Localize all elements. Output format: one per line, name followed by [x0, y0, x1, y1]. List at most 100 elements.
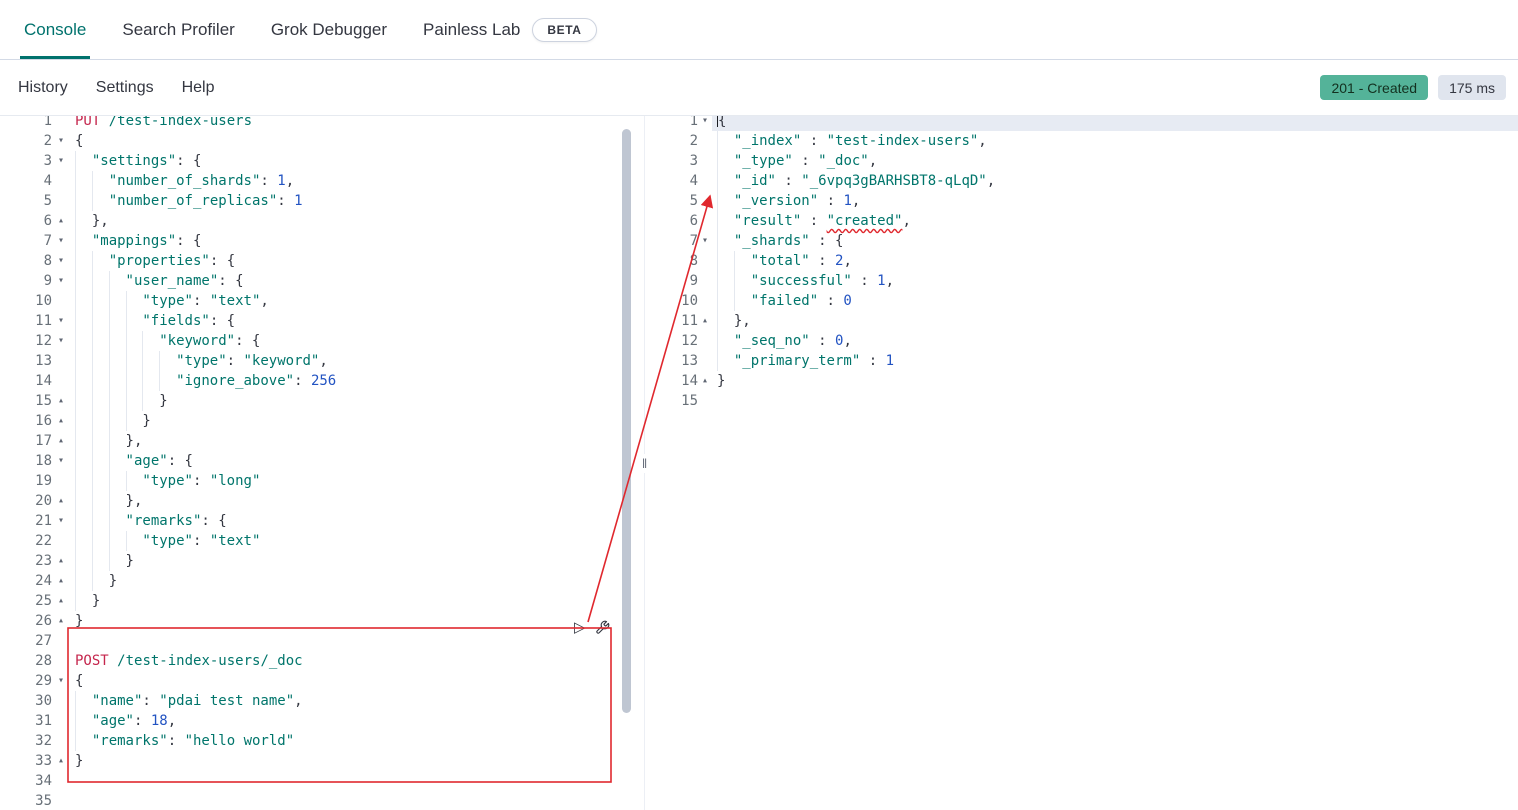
help-menu-item[interactable]: Help [182, 79, 215, 97]
output-line[interactable]: "_shards" : { [712, 231, 1518, 251]
code-line[interactable]: "mappings": { [70, 231, 636, 251]
code-line[interactable]: "remarks": { [70, 511, 636, 531]
output-line[interactable]: } [712, 371, 1518, 391]
code-line[interactable]: "name": "pdai test name", [70, 691, 636, 711]
output-line[interactable]: "result" : "created", [712, 211, 1518, 231]
code-line[interactable]: "type": "long" [70, 471, 636, 491]
code-line[interactable]: "ignore_above": 256 [70, 371, 636, 391]
tab-search-profiler[interactable]: Search Profiler [104, 0, 252, 59]
code-line[interactable] [70, 631, 636, 651]
editor-row: 29▾{ [0, 671, 636, 691]
send-request-play-icon[interactable]: ▷ [574, 620, 586, 635]
code-line[interactable]: "type": "keyword", [70, 351, 636, 371]
fold-close-icon[interactable]: ▴ [52, 431, 70, 451]
code-line[interactable]: "age": { [70, 451, 636, 471]
request-editor[interactable]: 1PUT /test-index-users2▾{3▾"settings": {… [0, 116, 636, 810]
code-line[interactable]: { [70, 671, 636, 691]
output-line[interactable]: "_seq_no" : 0, [712, 331, 1518, 351]
fold-open-icon[interactable]: ▾ [698, 231, 712, 251]
code-line[interactable]: } [70, 591, 636, 611]
fold-close-icon[interactable]: ▴ [698, 311, 712, 331]
token-str: "test-index-users" [827, 133, 979, 149]
tab-grok-debugger[interactable]: Grok Debugger [253, 0, 405, 59]
line-number: 13 [0, 351, 52, 371]
fold-close-icon[interactable]: ▴ [52, 211, 70, 231]
settings-menu-item[interactable]: Settings [96, 79, 154, 97]
fold-open-icon[interactable]: ▾ [698, 116, 712, 131]
code-line[interactable]: "settings": { [70, 151, 636, 171]
fold-open-icon[interactable]: ▾ [52, 251, 70, 271]
indent-guide [92, 191, 109, 211]
code-line[interactable]: } [70, 411, 636, 431]
code-line[interactable]: "fields": { [70, 311, 636, 331]
fold-spacer [698, 331, 712, 351]
code-line[interactable]: "user_name": { [70, 271, 636, 291]
request-editor-pane[interactable]: 1PUT /test-index-users2▾{3▾"settings": {… [0, 116, 636, 810]
history-menu-item[interactable]: History [18, 79, 68, 97]
indent-guide [109, 471, 126, 491]
token-punct: } [126, 553, 134, 569]
code-line[interactable]: "properties": { [70, 251, 636, 271]
response-output-pane[interactable]: 1▾{2"_index" : "test-index-users",3"_typ… [652, 116, 1518, 810]
code-line[interactable]: }, [70, 211, 636, 231]
fold-close-icon[interactable]: ▴ [52, 751, 70, 771]
code-line[interactable]: { [70, 131, 636, 151]
code-line[interactable]: PUT /test-index-users [70, 116, 636, 131]
indent-guide [75, 331, 92, 351]
code-line[interactable]: "type": "text", [70, 291, 636, 311]
indent-guide [75, 151, 92, 171]
editor-row: 9▾"user_name": { [0, 271, 636, 291]
fold-open-icon[interactable]: ▾ [52, 511, 70, 531]
fold-open-icon[interactable]: ▾ [52, 451, 70, 471]
output-line[interactable]: }, [712, 311, 1518, 331]
code-line[interactable]: "remarks": "hello world" [70, 731, 636, 751]
fold-spacer [52, 531, 70, 551]
tab-painless-lab[interactable]: Painless Lab BETA [405, 0, 615, 59]
fold-open-icon[interactable]: ▾ [52, 231, 70, 251]
code-line[interactable] [70, 791, 636, 810]
output-line[interactable]: "_type" : "_doc", [712, 151, 1518, 171]
fold-close-icon[interactable]: ▴ [52, 551, 70, 571]
fold-open-icon[interactable]: ▾ [52, 671, 70, 691]
code-line[interactable]: } [70, 551, 636, 571]
editor-scrollbar[interactable] [622, 129, 631, 713]
code-line[interactable]: POST /test-index-users/_doc [70, 651, 636, 671]
code-line[interactable]: "age": 18, [70, 711, 636, 731]
output-line[interactable]: "_id" : "_6vpq3gBARHSBT8-qLqD", [712, 171, 1518, 191]
code-line[interactable]: } [70, 611, 636, 631]
code-line[interactable]: }, [70, 491, 636, 511]
code-line[interactable]: "number_of_shards": 1, [70, 171, 636, 191]
code-line[interactable]: "keyword": { [70, 331, 636, 351]
output-line[interactable]: "_version" : 1, [712, 191, 1518, 211]
fold-close-icon[interactable]: ▴ [698, 371, 712, 391]
code-line[interactable]: "type": "text" [70, 531, 636, 551]
fold-open-icon[interactable]: ▾ [52, 271, 70, 291]
wrench-icon[interactable] [595, 620, 610, 635]
code-line[interactable]: } [70, 751, 636, 771]
tab-console[interactable]: Console [6, 0, 104, 59]
fold-close-icon[interactable]: ▴ [52, 611, 70, 631]
code-line[interactable]: "number_of_replicas": 1 [70, 191, 636, 211]
output-line[interactable]: "_primary_term" : 1 [712, 351, 1518, 371]
fold-open-icon[interactable]: ▾ [52, 331, 70, 351]
fold-close-icon[interactable]: ▴ [52, 491, 70, 511]
output-line[interactable]: "total" : 2, [712, 251, 1518, 271]
output-line[interactable]: "_index" : "test-index-users", [712, 131, 1518, 151]
fold-open-icon[interactable]: ▾ [52, 151, 70, 171]
indent-guide [109, 451, 126, 471]
fold-close-icon[interactable]: ▴ [52, 571, 70, 591]
fold-close-icon[interactable]: ▴ [52, 591, 70, 611]
pane-resizer[interactable]: ‖ [636, 116, 652, 810]
code-line[interactable] [70, 771, 636, 791]
output-line[interactable]: { [712, 116, 1518, 131]
fold-close-icon[interactable]: ▴ [52, 411, 70, 431]
fold-close-icon[interactable]: ▴ [52, 391, 70, 411]
output-line[interactable]: "successful" : 1, [712, 271, 1518, 291]
code-line[interactable]: } [70, 391, 636, 411]
fold-open-icon[interactable]: ▾ [52, 311, 70, 331]
output-line[interactable] [712, 391, 1518, 411]
code-line[interactable]: }, [70, 431, 636, 451]
code-line[interactable]: } [70, 571, 636, 591]
fold-open-icon[interactable]: ▾ [52, 131, 70, 151]
output-line[interactable]: "failed" : 0 [712, 291, 1518, 311]
